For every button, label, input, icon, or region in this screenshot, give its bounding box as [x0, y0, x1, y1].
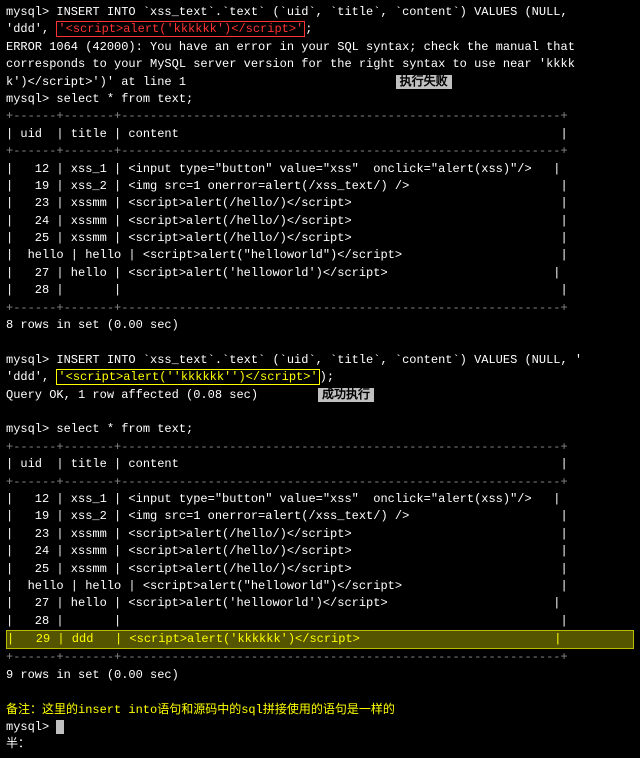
table-row-6: | hello | hello | <script>alert("hellowo…	[6, 247, 634, 264]
table-row-1: | 12 | xss_1 | <input type="button" valu…	[6, 161, 634, 178]
table-border-top-2: +------+-------+------------------------…	[6, 439, 634, 456]
table-row-5: | 25 | xssmm | <script>alert(/hello/)</s…	[6, 230, 634, 247]
table-row2-4: | 24 | xssmm | <script>alert(/hello/)</s…	[6, 543, 634, 560]
line-5: k')</script>')' at line 1 执行失败	[6, 74, 634, 91]
line-1: mysql> INSERT INTO `xss_text`.`text` (`u…	[6, 4, 634, 21]
blank-2	[6, 404, 634, 421]
table-header-1: | uid | title | content |	[6, 126, 634, 143]
table-border-mid-2: +------+-------+------------------------…	[6, 474, 634, 491]
table-row-3: | 23 | xssmm | <script>alert(/hello/)</s…	[6, 195, 634, 212]
line-4: corresponds to your MySQL server version…	[6, 56, 634, 73]
half-label: 半：	[6, 736, 634, 753]
table-row-7: | 27 | hello | <script>alert('helloworld…	[6, 265, 634, 282]
line-select-2: mysql> select * from text;	[6, 421, 634, 438]
cursor	[56, 720, 64, 734]
final-prompt: mysql>	[6, 719, 634, 736]
table-border-mid-1: +------+-------+------------------------…	[6, 143, 634, 160]
table-border-bot-2: +------+-------+------------------------…	[6, 649, 634, 666]
table-row2-8: | 28 | | |	[6, 613, 634, 630]
table-row2-2: | 19 | xss_2 | <img src=1 onerror=alert(…	[6, 508, 634, 525]
line-3: ERROR 1064 (42000): You have an error in…	[6, 39, 634, 56]
blank-1	[6, 334, 634, 351]
table-row2-9: | 29 | ddd | <script>alert('kkkkkk')</sc…	[6, 630, 634, 649]
table-row-8: | 28 | | |	[6, 282, 634, 299]
line-6: mysql> select * from text;	[6, 91, 634, 108]
table-row2-1: | 12 | xss_1 | <input type="button" valu…	[6, 491, 634, 508]
line-insert-2b: 'ddd', '<script>alert(''kkkkkk'')</scrip…	[6, 369, 634, 386]
table-header-2: | uid | title | content |	[6, 456, 634, 473]
table-row-4: | 24 | xssmm | <script>alert(/hello/)</s…	[6, 213, 634, 230]
line-2: 'ddd', '<script>alert('kkkkkk')</script>…	[6, 21, 634, 38]
table-row2-3: | 23 | xssmm | <script>alert(/hello/)</s…	[6, 526, 634, 543]
highlight-script-1: '<script>alert('kkkkkk')</script>'	[56, 21, 305, 37]
table-row-2: | 19 | xss_2 | <img src=1 onerror=alert(…	[6, 178, 634, 195]
table-row2-7: | 27 | hello | <script>alert('helloworld…	[6, 595, 634, 612]
line-ok: Query OK, 1 row affected (0.08 sec)成功执行	[6, 387, 634, 404]
table-border-bot-1: +------+-------+------------------------…	[6, 300, 634, 317]
line-insert-2: mysql> INSERT INTO `xss_text`.`text` (`u…	[6, 352, 634, 369]
table-row2-5: | 25 | xssmm | <script>alert(/hello/)</s…	[6, 561, 634, 578]
table-border-top-1: +------+-------+------------------------…	[6, 108, 634, 125]
rows-count-2: 9 rows in set (0.00 sec)	[6, 667, 634, 684]
blank-3	[6, 684, 634, 701]
table-row2-6: | hello | hello | <script>alert("hellowo…	[6, 578, 634, 595]
rows-count-1: 8 rows in set (0.00 sec)	[6, 317, 634, 334]
note-line: 备注：这里的insert into语句和源码中的sql拼接使用的语句是一样的	[6, 702, 634, 719]
fail-label: 执行失败	[396, 75, 452, 89]
highlight-script-2: '<script>alert(''kkkkkk'')</script>'	[56, 369, 319, 385]
terminal-window: mysql> INSERT INTO `xss_text`.`text` (`u…	[0, 0, 640, 758]
ok-label: 成功执行	[318, 388, 374, 402]
